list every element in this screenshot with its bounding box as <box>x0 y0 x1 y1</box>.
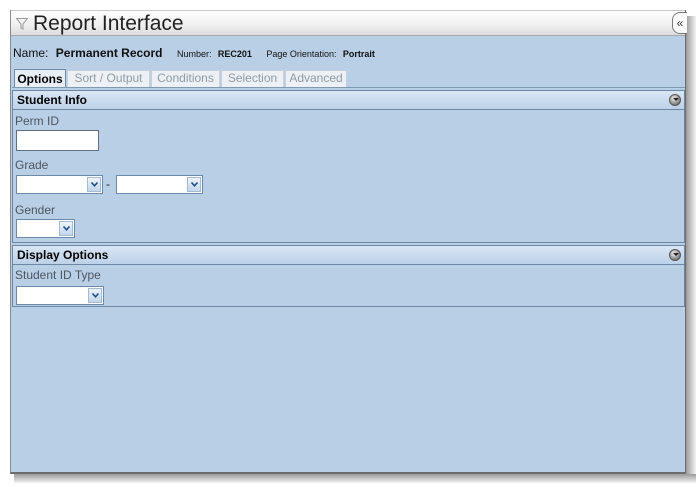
number-label: Number: <box>176 49 212 59</box>
tab-sort-output[interactable]: Sort / Output <box>67 70 150 87</box>
window-title: Report Interface <box>33 12 184 35</box>
filter-icon <box>15 17 29 35</box>
display-options-header[interactable]: Display Options <box>13 246 684 265</box>
chevron-down-icon[interactable] <box>88 288 102 303</box>
name-label: Name: <box>13 46 49 60</box>
collapse-circle-icon[interactable] <box>669 249 681 261</box>
chevron-down-icon[interactable] <box>87 177 101 192</box>
collapse-circle-icon[interactable] <box>669 94 681 106</box>
gender-label: Gender <box>15 203 56 217</box>
name-value: Permanent Record <box>55 46 163 60</box>
chevron-down-icon[interactable] <box>59 221 73 236</box>
window-shadow-bottom <box>14 474 696 483</box>
display-options-title: Display Options <box>17 248 109 262</box>
grade-to-dropdown[interactable] <box>116 175 203 194</box>
student-info-title: Student Info <box>17 93 87 107</box>
student-id-type-dropdown[interactable] <box>16 286 104 305</box>
window-shadow-right <box>686 16 696 482</box>
tab-conditions[interactable]: Conditions <box>151 70 220 87</box>
display-options-section: Display Options Student ID Type <box>12 245 685 307</box>
grade-from-dropdown[interactable] <box>16 175 103 194</box>
perm-id-label: Perm ID <box>15 114 60 128</box>
student-info-header[interactable]: Student Info <box>13 91 684 110</box>
gender-dropdown[interactable] <box>16 219 75 238</box>
title-bar: Report Interface « <box>11 10 687 36</box>
tab-selection[interactable]: Selection <box>221 70 284 87</box>
orientation-label: Page Orientation: <box>266 49 337 59</box>
tab-options[interactable]: Options <box>14 69 66 88</box>
tab-divider <box>12 87 685 88</box>
report-window: Report Interface « Name: Permanent Recor… <box>10 10 687 474</box>
student-id-type-label: Student ID Type <box>15 268 101 282</box>
report-meta: Name: Permanent Record Number: REC201 Pa… <box>13 44 375 62</box>
chevron-down-icon[interactable] <box>187 177 201 192</box>
grade-label: Grade <box>15 158 49 172</box>
orientation-value: Portrait <box>342 49 375 59</box>
number-value: REC201 <box>217 49 252 59</box>
student-info-section: Student Info Perm ID Grade - Gender <box>12 90 685 243</box>
tab-advanced[interactable]: Advanced <box>285 70 347 87</box>
perm-id-input[interactable] <box>16 130 99 151</box>
collapse-panel-button[interactable]: « <box>672 12 687 34</box>
grade-range-separator: - <box>106 177 110 191</box>
